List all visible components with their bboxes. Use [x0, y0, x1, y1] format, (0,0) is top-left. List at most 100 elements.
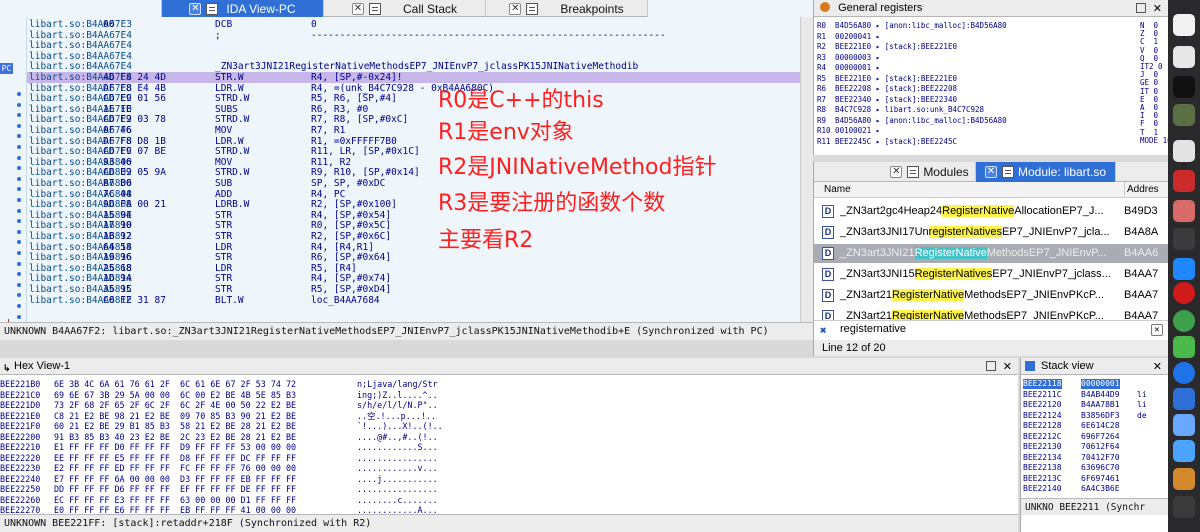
code-line[interactable]: libart.so:B4AA67E4: [27, 40, 800, 51]
register-row[interactable]: R0 B4D56A80 ▸ [anon:libc_malloc]:B4D56A8…: [817, 21, 1007, 30]
breakpoint-dot[interactable]: [17, 251, 21, 255]
code-line[interactable]: libart.so:B4AA6810 17 90 STR R0, [SP,#0x5C]: [27, 220, 800, 231]
breakpoint-dot[interactable]: [17, 187, 21, 192]
register-row[interactable]: R4 00000001 ▸: [817, 63, 880, 72]
stack-value[interactable]: B3856DF3: [1081, 411, 1120, 421]
dock-app-icon[interactable]: [1173, 14, 1195, 36]
code-line[interactable]: libart.so:B4AA67E4 _ZN3art3JNI21RegisterN…: [27, 61, 800, 72]
register-row[interactable]: R3 00000003 ▸: [817, 53, 880, 62]
register-row[interactable]: R6 BEE22208 ▸ [stack]:BEE22208: [817, 84, 957, 93]
hex-bytes[interactable]: EC FF FF FF E3 FF FF FF 63 00 00 00 D1 F…: [54, 495, 296, 506]
hex-bytes[interactable]: 69 6E 67 3B 29 5A 00 00 6C 00 E2 BE 4B 5…: [54, 390, 296, 401]
code-line[interactable]: libart.so:B4AA680A 9D F8 00 21 LDRB.W R2, […: [27, 199, 800, 210]
stack-value[interactable]: 6E614C28: [1081, 421, 1120, 431]
breakpoint-dot[interactable]: [17, 155, 21, 160]
code-line[interactable]: libart.so:B4AA67E4; ---------------------…: [27, 30, 800, 41]
dock-app-icon[interactable]: [1173, 140, 1195, 162]
ida-view-pane[interactable]: ✕ IDA View-PC ✕ Call Stack ✕ Breakpoints…: [0, 0, 813, 340]
breakpoint-dot[interactable]: [17, 102, 21, 107]
hex-bytes[interactable]: E7 FF FF FF 6A 00 00 00 D3 FF FF FF EB F…: [54, 474, 296, 485]
code-line[interactable]: libart.so:B4AA67E3 00 DCB 0: [27, 19, 800, 30]
close-icon[interactable]: ✕: [984, 166, 997, 178]
close-icon[interactable]: ✕: [1003, 359, 1012, 376]
close-icon[interactable]: ✕: [1153, 1, 1162, 18]
hex-bytes[interactable]: EE FF FF FF E5 FF FF FF D8 FF FF FF DC F…: [54, 453, 296, 464]
code-line[interactable]: libart.so:B4AA6814 64 58 LDR R4, [R4,R1]: [27, 242, 800, 253]
breakpoint-dot[interactable]: [17, 272, 21, 277]
dock-app-icon[interactable]: [1173, 414, 1195, 436]
hex-bytes[interactable]: E1 FF FF FF D0 FF FF FF D9 FF FF FF 53 0…: [54, 442, 296, 453]
code-gutter[interactable]: PC: [0, 17, 27, 340]
code-line[interactable]: libart.so:B4AA67E4 4D F8 24 4D STR.W R4, [S…: [27, 72, 800, 83]
module-row[interactable]: D _ZN3art21RegisterNativeMethodsEP7_JNIEn…: [814, 286, 1168, 305]
dock-app-icon[interactable]: [1173, 104, 1195, 126]
register-row[interactable]: R1 00200041 ▸: [817, 32, 880, 41]
dock-app-icon[interactable]: [1173, 440, 1195, 462]
register-row[interactable]: R10 00100021 ▸: [817, 126, 880, 135]
code-line[interactable]: libart.so:B4AA680E 15 94 STR R4, [SP,#0x54]: [27, 210, 800, 221]
search-input[interactable]: registernative: [840, 323, 906, 335]
hex-bytes[interactable]: 91 B3 85 B3 40 23 E2 BE 2C 23 E2 BE 28 2…: [54, 432, 296, 443]
tab-breakpoints[interactable]: ✕ Breakpoints: [486, 0, 648, 17]
modules-column-header[interactable]: Name Addres: [814, 182, 1168, 198]
close-icon[interactable]: ✕: [351, 2, 364, 15]
dock-app-icon[interactable]: [1173, 228, 1195, 250]
dock-app-icon[interactable]: [1173, 200, 1195, 222]
breakpoint-dot[interactable]: [17, 123, 21, 128]
module-row[interactable]: D _ZN3art3JNI21RegisterNativeMethodsEP7_J…: [814, 244, 1168, 263]
stack-value[interactable]: 70612F64: [1081, 442, 1120, 452]
stack-view-pane[interactable]: Stack view ✕ BEE22118 00000001 BEE2211C B4A…: [1020, 358, 1168, 532]
breakpoint-dot[interactable]: [17, 261, 21, 266]
code-line[interactable]: libart.so:B4AA681A 1D 94 STR R4, [SP,#0x74]: [27, 273, 800, 284]
hex-bytes[interactable]: DD FF FF FF D6 FF FF FF EF FF FF FF DE F…: [54, 484, 296, 495]
dock-app-icon[interactable]: [1173, 282, 1195, 304]
code-line[interactable]: libart.so:B4AA67F8 DF F8 D8 1B LDR.W R1, =0…: [27, 136, 800, 147]
stack-value[interactable]: 00000001: [1081, 379, 1120, 389]
breakpoint-dot[interactable]: [17, 166, 21, 171]
vertical-scrollbar[interactable]: [800, 17, 813, 322]
module-row[interactable]: D _ZN3art3JNI17UnregisterNativesEP7_JNIEn…: [814, 223, 1168, 242]
code-line[interactable]: libart.so:B4AA67EC CD E9 01 56 STRD.W R5, R…: [27, 93, 800, 104]
close-icon[interactable]: ✕: [890, 166, 903, 178]
stack-value[interactable]: 696F7264: [1081, 432, 1120, 442]
hex-view-pane[interactable]: ↳ Hex View-1 ✕ BEE221B0 6E 3B 4C 6A 61 76…: [0, 358, 1018, 532]
breakpoint-dot[interactable]: [17, 198, 21, 202]
tab-ida-view[interactable]: ✕ IDA View-PC: [162, 0, 324, 17]
maximize-icon[interactable]: [986, 361, 996, 371]
code-line[interactable]: libart.so:B4AA67F2 CD E9 03 78 STRD.W R7, R…: [27, 114, 800, 125]
code-line[interactable]: libart.so:B4AA6808 7C 44 ADD R4, PC: [27, 189, 800, 200]
code-line[interactable]: libart.so:B4AA6818 25 68 LDR R5, [R4]: [27, 263, 800, 274]
code-line[interactable]: libart.so:B4AA67E4: [27, 51, 800, 62]
dock-app-icon[interactable]: [1173, 388, 1195, 410]
module-row[interactable]: D _ZN3art3JNI15RegisterNativesEP7_JNIEnvP…: [814, 265, 1168, 284]
module-search-bar[interactable]: ✖ registernative ✕: [813, 320, 1168, 340]
tab-call-stack[interactable]: ✕ Call Stack: [324, 0, 486, 17]
stack-value[interactable]: 70412F70: [1081, 453, 1120, 463]
breakpoint-dot[interactable]: [17, 314, 21, 319]
modules-pane[interactable]: ✕ Modules ✕ Module: libart.so Name Addre…: [813, 162, 1168, 340]
register-row[interactable]: R7 BEE22340 ▸ [stack]:BEE22340: [817, 95, 957, 104]
breakpoint-dot[interactable]: [17, 113, 21, 118]
hex-bytes[interactable]: 73 2F 68 2F 65 2F 6C 2F 6C 2F 4E 00 50 2…: [54, 400, 296, 411]
register-row[interactable]: R9 B4D56A80 ▸ [anon:libc_malloc]:B4D56A8…: [817, 116, 1007, 125]
breakpoint-dot[interactable]: [17, 145, 21, 149]
code-line[interactable]: libart.so:B4AA67F0 1E 1E SUBS R6, R3, #0: [27, 104, 800, 115]
register-row[interactable]: R11 BEE2245C ▸ [stack]:BEE2245C: [817, 137, 957, 146]
breakpoint-dot[interactable]: [17, 208, 21, 213]
dock-app-icon[interactable]: [1173, 170, 1195, 192]
clear-icon[interactable]: ✕: [1151, 324, 1163, 336]
dock-app-icon[interactable]: [1173, 310, 1195, 332]
tab-module-libart[interactable]: ✕ Module: libart.so: [976, 162, 1116, 182]
close-icon[interactable]: ✕: [189, 2, 202, 15]
stack-value[interactable]: 6F697461: [1081, 474, 1120, 484]
breakpoint-dot[interactable]: [17, 282, 21, 287]
dock-app-icon[interactable]: [1173, 468, 1195, 490]
general-registers-pane[interactable]: General registers ✕ R0 B4D56A80 ▸ [anon:…: [813, 0, 1168, 155]
code-line[interactable]: libart.so:B4AA6816 19 96 STR R6, [SP,#0x64]: [27, 252, 800, 263]
stack-value[interactable]: 6A4C3B6E: [1081, 484, 1120, 494]
breakpoint-dot[interactable]: [17, 304, 21, 308]
breakpoint-dot[interactable]: [17, 219, 21, 224]
dock-app-icon[interactable]: [1173, 362, 1195, 384]
maximize-icon[interactable]: [1136, 3, 1146, 13]
module-row[interactable]: D _ZN3art2gc4Heap24RegisterNativeAllocati…: [814, 202, 1168, 221]
